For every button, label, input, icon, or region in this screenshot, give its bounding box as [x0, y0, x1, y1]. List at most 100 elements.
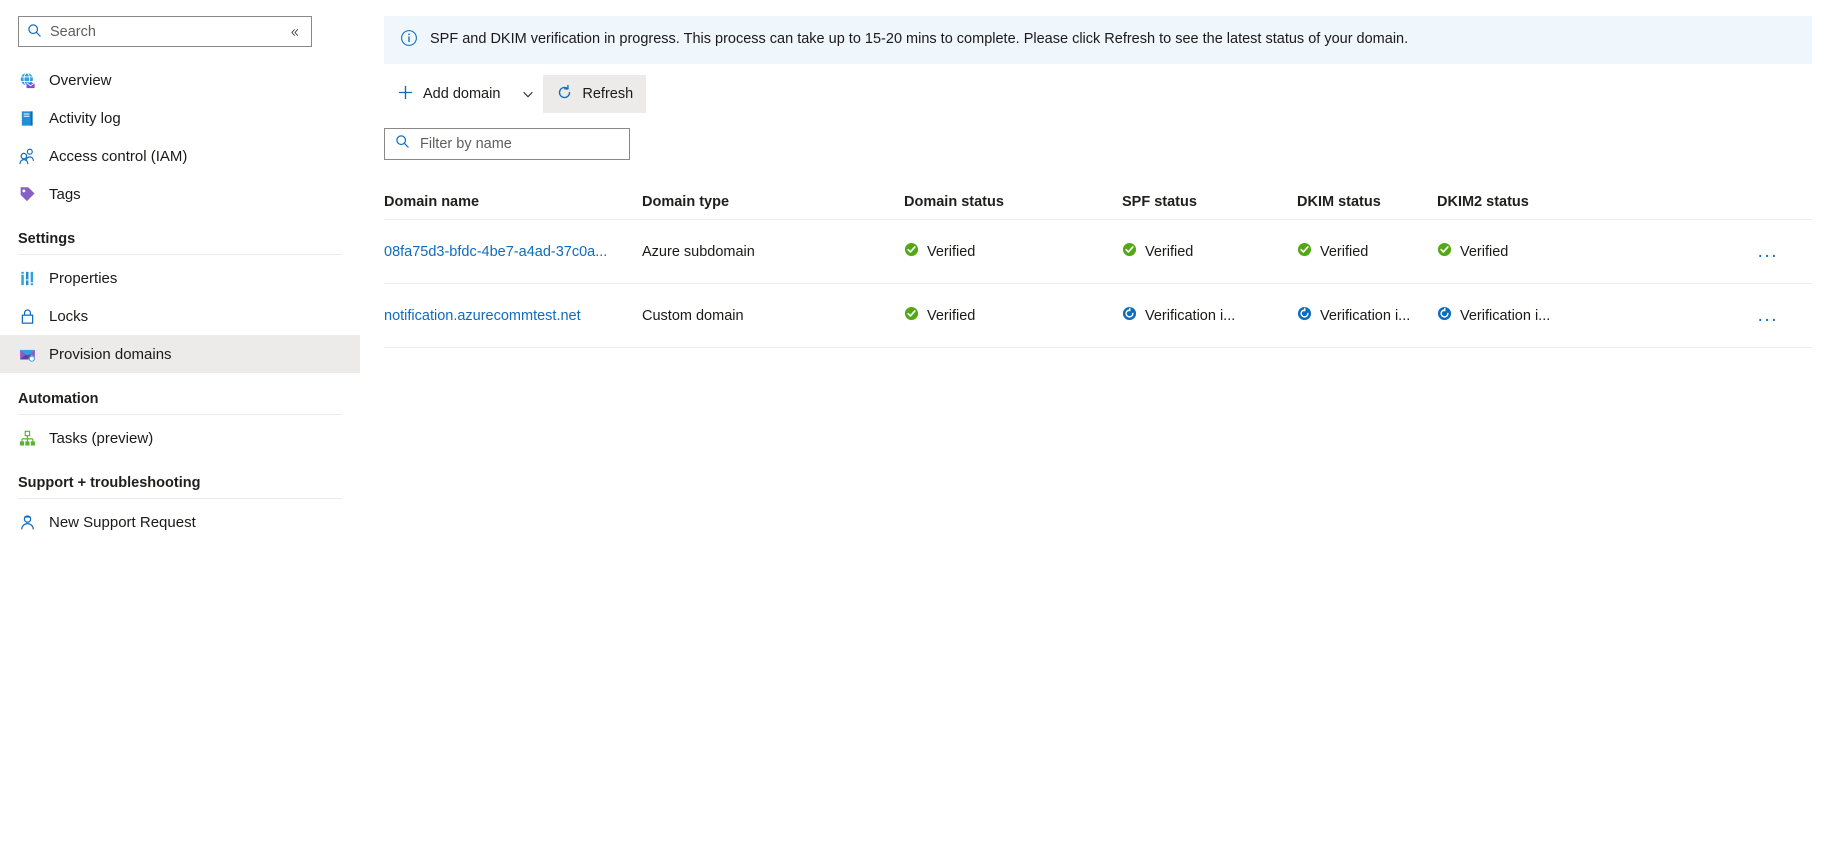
divider: [18, 254, 342, 255]
cell-domain-name: 08fa75d3-bfdc-4be7-a4ad-37c0a...: [384, 244, 642, 260]
sidebar-item-activity-log[interactable]: Activity log: [0, 99, 360, 137]
row-more-options-button[interactable]: ...: [1752, 302, 1784, 329]
properties-bars-icon: [18, 269, 37, 288]
cell-actions: ...: [1587, 302, 1812, 329]
search-input[interactable]: Search: [18, 16, 312, 47]
tasks-hierarchy-icon: [18, 429, 37, 448]
info-circle-icon: [400, 29, 418, 52]
sidebar-group-settings: Properties Locks Provision domains: [0, 259, 360, 373]
cell-domain-status: Verified: [904, 306, 1122, 325]
table-row: 08fa75d3-bfdc-4be7-a4ad-37c0a... Azure s…: [384, 220, 1812, 284]
sidebar-item-label: Provision domains: [49, 345, 172, 363]
chevron-down-icon: [523, 91, 534, 98]
verified-check-icon: [904, 306, 919, 325]
sidebar-item-label: Tasks (preview): [49, 429, 154, 447]
command-toolbar: Add domain Refresh: [384, 74, 1812, 114]
cell-spf-status: Verification i...: [1122, 306, 1297, 325]
cell-dkim2-status: Verification i...: [1437, 306, 1587, 325]
verified-check-icon: [904, 242, 919, 261]
sidebar-item-new-support-request[interactable]: New Support Request: [0, 503, 360, 541]
filter-row: Filter by name: [384, 128, 1812, 160]
sidebar-item-tags[interactable]: Tags: [0, 175, 360, 213]
double-chevron-left-icon: [291, 28, 299, 36]
status-text: Verification i...: [1460, 307, 1551, 324]
domain-name-link[interactable]: 08fa75d3-bfdc-4be7-a4ad-37c0a...: [384, 244, 607, 260]
column-header-dkim2-status[interactable]: DKIM2 status: [1437, 194, 1587, 210]
sidebar-group-title: Support + troubleshooting: [18, 475, 201, 491]
domains-table: Domain name Domain type Domain status SP…: [384, 184, 1812, 348]
sidebar-item-label: New Support Request: [49, 513, 196, 531]
filter-by-name-input[interactable]: Filter by name: [384, 128, 630, 160]
activity-log-icon: [18, 109, 37, 128]
sidebar-group-automation-header: Automation: [0, 391, 360, 415]
divider: [18, 414, 342, 415]
column-header-spf-status[interactable]: SPF status: [1122, 194, 1297, 210]
in-progress-refresh-icon: [1122, 306, 1137, 325]
refresh-button[interactable]: Refresh: [543, 75, 647, 113]
lock-icon: [18, 307, 37, 326]
info-banner-text: SPF and DKIM verification in progress. T…: [430, 31, 1409, 48]
add-domain-button[interactable]: Add domain: [384, 75, 513, 113]
sidebar-item-label: Access control (IAM): [49, 147, 188, 165]
sidebar-item-label: Properties: [49, 269, 118, 287]
filter-placeholder: Filter by name: [420, 136, 512, 152]
provision-domains-envelope-icon: [18, 345, 37, 364]
sidebar-item-provision-domains[interactable]: Provision domains: [0, 335, 360, 373]
table-header-row: Domain name Domain type Domain status SP…: [384, 184, 1812, 220]
sidebar-item-label: Locks: [49, 307, 89, 325]
sidebar-primary-nav: Overview Activity log Access control (IA…: [0, 61, 360, 213]
cell-domain-name: notification.azurecommtest.net: [384, 308, 642, 324]
sidebar-group-title: Settings: [18, 231, 76, 247]
sidebar-item-overview[interactable]: Overview: [0, 61, 360, 99]
status-text: Verification i...: [1320, 307, 1411, 324]
sidebar-group-title: Automation: [18, 391, 99, 407]
cell-spf-status: Verified: [1122, 242, 1297, 261]
verified-check-icon: [1122, 242, 1137, 261]
add-domain-dropdown-button[interactable]: [515, 75, 541, 113]
info-banner: SPF and DKIM verification in progress. T…: [384, 16, 1812, 64]
sidebar-item-label: Overview: [49, 71, 112, 89]
column-header-domain-type[interactable]: Domain type: [642, 194, 904, 210]
search-icon: [395, 134, 410, 154]
column-header-domain-status[interactable]: Domain status: [904, 194, 1122, 210]
status-text: Verification i...: [1145, 307, 1236, 324]
table-row: notification.azurecommtest.net Custom do…: [384, 284, 1812, 348]
cell-domain-type: Custom domain: [642, 307, 744, 324]
verified-check-icon: [1297, 242, 1312, 261]
overview-globe-icon: [18, 71, 37, 90]
status-text: Verified: [1460, 243, 1509, 260]
cell-domain-status: Verified: [904, 242, 1122, 261]
in-progress-refresh-icon: [1297, 306, 1312, 325]
refresh-circular-arrow-icon: [556, 84, 573, 105]
row-more-options-button[interactable]: ...: [1752, 238, 1784, 265]
plus-icon: [397, 84, 414, 105]
search-placeholder: Search: [50, 23, 96, 40]
sidebar-item-label: Tags: [49, 185, 81, 203]
tags-icon: [18, 185, 37, 204]
sidebar-search-row: Search: [0, 16, 360, 47]
column-header-dkim-status[interactable]: DKIM status: [1297, 194, 1437, 210]
cell-dkim-status: Verified: [1297, 242, 1437, 261]
sidebar-item-access-control[interactable]: Access control (IAM): [0, 137, 360, 175]
sidebar-item-locks[interactable]: Locks: [0, 297, 360, 335]
add-domain-label: Add domain: [423, 86, 501, 102]
status-text: Verified: [1320, 243, 1369, 260]
in-progress-refresh-icon: [1437, 306, 1452, 325]
portal-blade: Search Overview Activity log Access cont…: [0, 0, 1836, 860]
sidebar: Search Overview Activity log Access cont…: [0, 0, 360, 860]
status-text: Verified: [1145, 243, 1194, 260]
access-control-people-icon: [18, 147, 37, 166]
collapse-sidebar-button[interactable]: [284, 21, 306, 43]
verified-check-icon: [1437, 242, 1452, 261]
domain-name-link[interactable]: notification.azurecommtest.net: [384, 308, 581, 324]
sidebar-item-tasks[interactable]: Tasks (preview): [0, 419, 360, 457]
search-icon: [27, 23, 42, 41]
cell-dkim2-status: Verified: [1437, 242, 1587, 261]
cell-dkim-status: Verification i...: [1297, 306, 1437, 325]
status-text: Verified: [927, 243, 976, 260]
sidebar-item-label: Activity log: [49, 109, 121, 127]
status-text: Verified: [927, 307, 976, 324]
sidebar-item-properties[interactable]: Properties: [0, 259, 360, 297]
column-header-domain-name[interactable]: Domain name: [384, 194, 642, 210]
sidebar-group-settings-header: Settings: [0, 231, 360, 255]
